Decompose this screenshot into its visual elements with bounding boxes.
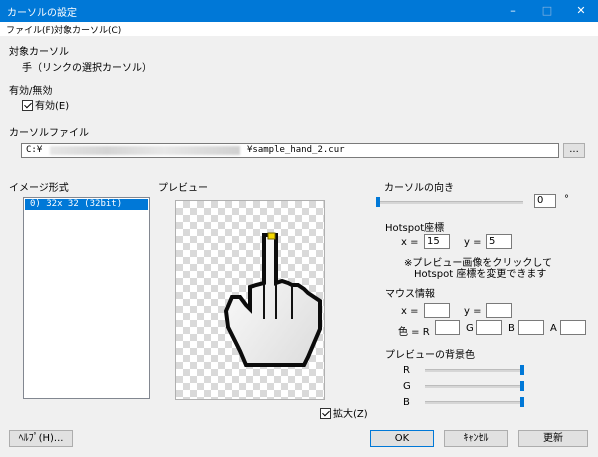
zoom-checkbox-label: 拡大(Z) bbox=[333, 409, 368, 420]
mouse-y-label: y = bbox=[464, 306, 482, 317]
direction-heading: カーソルの向き bbox=[384, 183, 454, 194]
menu-bar: ファイル(F) 対象カーソル(C) bbox=[0, 22, 598, 36]
cursor-file-path-field[interactable]: C:¥ ¥sample_hand_2.cur bbox=[21, 143, 559, 158]
bg-g-slider-thumb[interactable] bbox=[520, 381, 524, 391]
enabled-heading: 有効/無効 bbox=[9, 86, 53, 97]
color-b-label: B bbox=[508, 323, 515, 334]
minimize-button[interactable]: – bbox=[496, 0, 530, 22]
help-button[interactable]: ﾍﾙﾌﾟ(H)... bbox=[9, 430, 73, 447]
ok-button[interactable]: OK bbox=[370, 430, 434, 447]
image-format-heading: イメージ形式 bbox=[9, 183, 69, 194]
mouse-y-field bbox=[486, 303, 512, 318]
bg-r-slider-thumb[interactable] bbox=[520, 365, 524, 375]
cancel-button[interactable]: ｷｬﾝｾﾙ bbox=[444, 430, 508, 447]
enabled-checkbox-label: 有効(E) bbox=[35, 101, 70, 112]
mouse-x-label: x = bbox=[401, 306, 419, 317]
maximize-button[interactable]: □ bbox=[530, 0, 564, 22]
menu-target-cursor[interactable]: 対象カーソル(C) bbox=[54, 23, 121, 36]
browse-button[interactable]: ... bbox=[563, 143, 585, 158]
hotspot-note-line2: Hotspot 座標を変更できます bbox=[414, 269, 547, 280]
mouse-x-field bbox=[424, 303, 450, 318]
bg-g-label: G bbox=[403, 381, 411, 392]
redacted-path-blur bbox=[50, 146, 240, 155]
bg-b-label: B bbox=[403, 397, 410, 408]
color-b-field bbox=[518, 320, 544, 335]
update-button[interactable]: 更新 bbox=[518, 430, 588, 447]
target-cursor-heading: 対象カーソル bbox=[9, 47, 69, 58]
bg-b-slider[interactable] bbox=[425, 401, 523, 404]
cursor-file-heading: カーソルファイル bbox=[9, 128, 89, 139]
preview-canvas[interactable] bbox=[175, 200, 325, 400]
image-format-list[interactable]: 0) 32x 32 (32bit) bbox=[23, 197, 150, 399]
path-prefix: C:¥ bbox=[26, 145, 43, 155]
bg-r-slider[interactable] bbox=[425, 369, 523, 372]
mouse-info-heading: マウス情報 bbox=[385, 289, 435, 300]
checkbox-checked-icon bbox=[320, 408, 331, 419]
title-bar: カーソルの設定 – □ ✕ bbox=[0, 0, 598, 22]
list-item[interactable]: 0) 32x 32 (32bit) bbox=[25, 199, 148, 210]
hotspot-x-input[interactable]: 15 bbox=[424, 234, 450, 249]
zoom-checkbox[interactable]: 拡大(Z) bbox=[320, 405, 368, 420]
hotspot-heading: Hotspot座標 bbox=[385, 223, 445, 234]
direction-slider[interactable] bbox=[378, 201, 523, 204]
target-cursor-value: 手（リンクの選択カーソル） bbox=[22, 63, 152, 74]
bg-r-label: R bbox=[403, 365, 410, 376]
hotspot-x-label: x = bbox=[401, 237, 419, 248]
degree-unit: ° bbox=[564, 194, 569, 205]
path-suffix: ¥sample_hand_2.cur bbox=[247, 145, 345, 155]
color-g-field bbox=[476, 320, 502, 335]
direction-input[interactable]: 0 bbox=[534, 194, 556, 208]
hotspot-y-input[interactable]: 5 bbox=[486, 234, 512, 249]
close-button[interactable]: ✕ bbox=[564, 0, 598, 22]
bg-b-slider-thumb[interactable] bbox=[520, 397, 524, 407]
color-r-label: 色 = R bbox=[398, 327, 430, 338]
checkbox-checked-icon bbox=[22, 100, 33, 111]
color-g-label: G bbox=[466, 323, 474, 334]
bg-color-heading: プレビューの背景色 bbox=[385, 350, 475, 361]
hand-cursor-icon bbox=[223, 232, 322, 367]
direction-slider-thumb[interactable] bbox=[376, 197, 380, 207]
window-title: カーソルの設定 bbox=[7, 8, 77, 19]
hotspot-y-label: y = bbox=[464, 237, 482, 248]
color-r-field bbox=[435, 320, 460, 335]
menu-file[interactable]: ファイル(F) bbox=[6, 23, 54, 36]
preview-heading: プレビュー bbox=[158, 183, 208, 194]
bg-g-slider[interactable] bbox=[425, 385, 523, 388]
hotspot-marker bbox=[267, 232, 276, 240]
color-a-label: A bbox=[550, 323, 557, 334]
color-a-field bbox=[560, 320, 586, 335]
enabled-checkbox[interactable]: 有効(E) bbox=[22, 97, 69, 112]
